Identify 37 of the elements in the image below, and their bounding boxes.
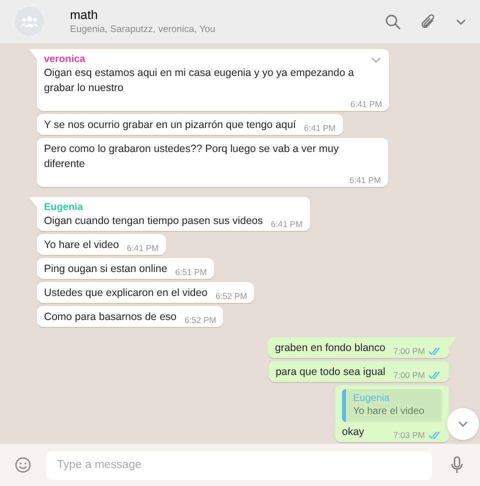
message-time: 6:52 PM bbox=[215, 290, 248, 302]
message-text: para que todo sea igual bbox=[276, 364, 386, 380]
chat-members: Eugenia, Saraputzz, veronica, You bbox=[70, 22, 216, 36]
message-time: 7:00 PM bbox=[393, 368, 425, 382]
message-text: graben en fondo blanco bbox=[275, 340, 386, 356]
message-time: 7:03 PM bbox=[393, 428, 425, 442]
message-input[interactable]: Type a message bbox=[46, 450, 432, 480]
message-time: 6:41 PM bbox=[270, 218, 303, 230]
message-time: 6:41 PM bbox=[304, 122, 336, 135]
message-text: Yo hare el video bbox=[44, 238, 120, 252]
smiley-icon[interactable] bbox=[15, 457, 31, 473]
message-text: Pero como lo grabaron ustedes?? Porq luego se vab a ver muy diferente bbox=[44, 142, 340, 172]
message-text: Oigan esq estamos aqui en mi casa eugenia y yo ya empezando a grabar lo nuestro bbox=[44, 66, 355, 96]
sender-name: veronica bbox=[44, 53, 86, 66]
quoted-sender: Eugenia bbox=[353, 392, 390, 404]
group-icon bbox=[21, 16, 38, 27]
message-text: Ustedes que explicaron en el video bbox=[44, 286, 208, 300]
message-time: 6:51 PM bbox=[175, 266, 207, 278]
chat-title: math bbox=[70, 6, 99, 22]
message-text: okay bbox=[342, 424, 366, 440]
message-time: 6:41 PM bbox=[350, 98, 382, 111]
sender-name: Eugenia bbox=[44, 200, 83, 214]
microphone-icon[interactable] bbox=[451, 456, 463, 474]
chevron-down-icon bbox=[458, 421, 468, 427]
chevron-down-icon[interactable] bbox=[456, 18, 466, 24]
message-time: 6:41 PM bbox=[349, 174, 381, 186]
message-text: Y se nos ocurrio grabar en un pizarrón que tengo aquí bbox=[44, 118, 297, 133]
message-time: 6:41 PM bbox=[126, 242, 159, 254]
message-text: Como para basarnos de eso bbox=[44, 310, 178, 324]
message-text: Ping ougan si estan online bbox=[44, 262, 168, 276]
quoted-text: Yo hare el video bbox=[353, 404, 424, 418]
message-time: 6:52 PM bbox=[184, 314, 216, 326]
chevron-down-icon[interactable] bbox=[371, 57, 381, 63]
paperclip-icon[interactable] bbox=[420, 14, 436, 30]
message-time: 7:00 PM bbox=[393, 344, 425, 358]
message-text: Oigan cuando tengan tiempo pasen sus videos bbox=[44, 214, 264, 228]
search-icon[interactable] bbox=[385, 14, 401, 30]
